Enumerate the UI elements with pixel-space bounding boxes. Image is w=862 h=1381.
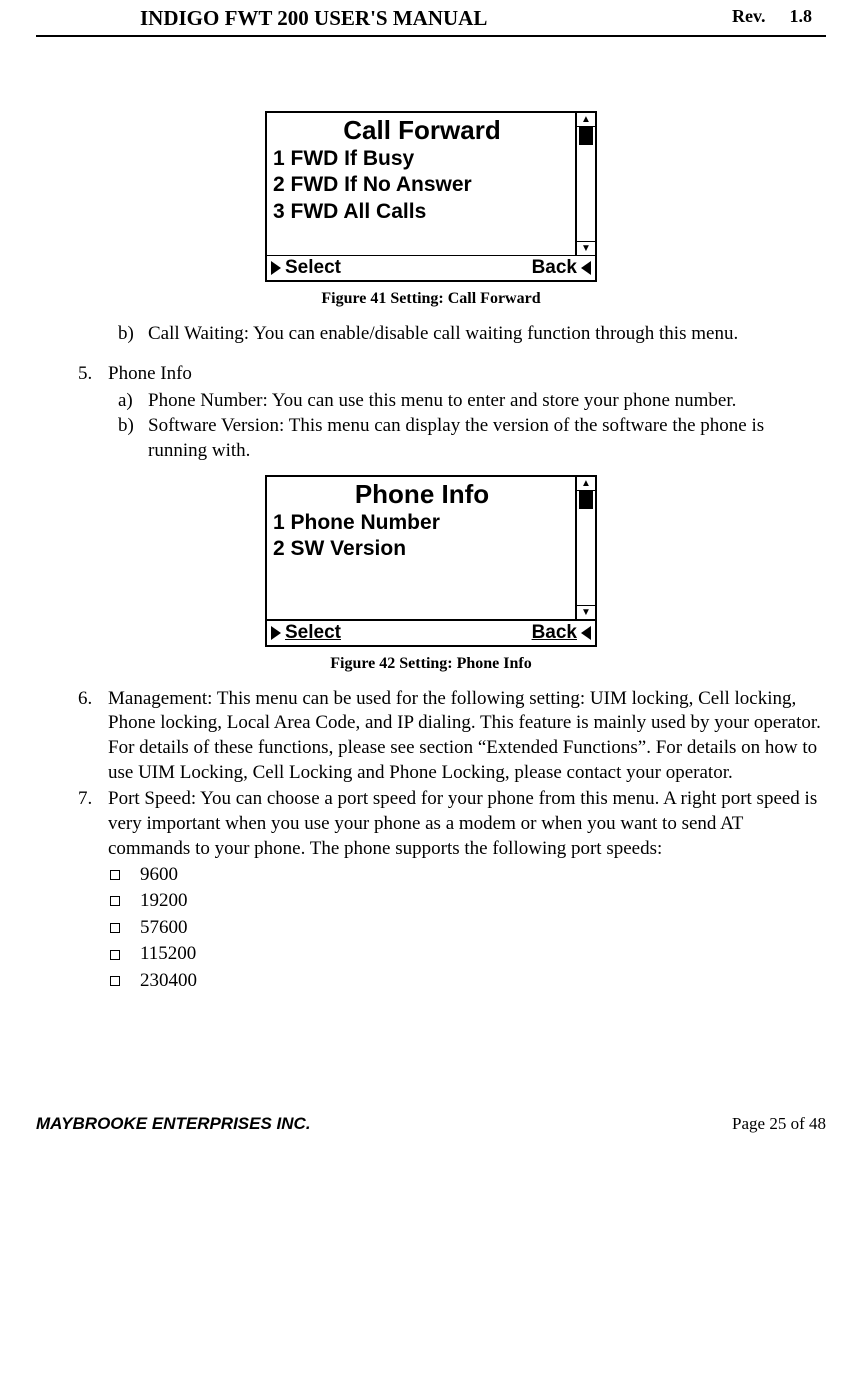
menu-item: 1 FWD If Busy xyxy=(273,146,571,172)
lcd-screen-phone-info: Phone Info 1 Phone Number 2 SW Version ▲… xyxy=(265,475,597,647)
list-label: b) xyxy=(118,322,148,347)
square-bullet-icon xyxy=(110,976,120,986)
softkey-right-icon xyxy=(581,261,591,275)
list-label: 7. xyxy=(78,787,108,861)
screen-title: Phone Info xyxy=(273,479,571,510)
list-label: a) xyxy=(118,389,148,414)
square-bullet-icon xyxy=(110,923,120,933)
list-label: 6. xyxy=(78,687,108,786)
square-bullet-icon xyxy=(110,950,120,960)
scroll-thumb xyxy=(579,127,593,145)
body-text: Phone Info xyxy=(108,362,192,387)
scroll-down-icon: ▼ xyxy=(577,605,595,619)
rev-value: 1.8 xyxy=(790,6,813,27)
list-label: b) xyxy=(118,414,148,463)
softkey-left-icon xyxy=(271,261,281,275)
scrollbar: ▲ ▼ xyxy=(575,477,595,619)
figure-caption: Figure 42 Setting: Phone Info xyxy=(36,655,826,673)
square-bullet-icon xyxy=(110,870,120,880)
scroll-up-icon: ▲ xyxy=(577,113,595,127)
figure-caption: Figure 41 Setting: Call Forward xyxy=(36,290,826,308)
rev-label: Rev. xyxy=(732,6,766,27)
softkey-left-label: Select xyxy=(285,622,341,644)
softkey-left-label: Select xyxy=(285,257,341,279)
menu-item: 2 FWD If No Answer xyxy=(273,172,571,198)
softkey-right-label: Back xyxy=(532,257,577,279)
header-divider xyxy=(36,35,826,37)
list-item: 115200 xyxy=(140,941,196,968)
list-item: 9600 xyxy=(140,862,178,889)
doc-revision: Rev. 1.8 xyxy=(732,6,812,31)
scroll-thumb xyxy=(579,491,593,509)
body-text: Port Speed: You can choose a port speed … xyxy=(108,787,826,861)
menu-item: 3 FWD All Calls xyxy=(273,199,571,225)
footer-company: MAYBROOKE ENTERPRISES INC. xyxy=(36,1114,311,1134)
scrollbar: ▲ ▼ xyxy=(575,113,595,255)
list-item: 230400 xyxy=(140,968,197,995)
list-label: 5. xyxy=(78,362,108,387)
list-item: 57600 xyxy=(140,915,188,942)
doc-title: INDIGO FWT 200 USER'S MANUAL xyxy=(140,6,487,31)
menu-item: 2 SW Version xyxy=(273,536,571,562)
body-text: Call Waiting: You can enable/disable cal… xyxy=(148,322,738,347)
footer-page-number: Page 25 of 48 xyxy=(732,1114,826,1134)
page-footer: MAYBROOKE ENTERPRISES INC. Page 25 of 48 xyxy=(0,1114,862,1134)
scroll-up-icon: ▲ xyxy=(577,477,595,491)
page-header: INDIGO FWT 200 USER'S MANUAL Rev. 1.8 xyxy=(36,0,826,31)
list-item: 19200 xyxy=(140,888,188,915)
body-text: Software Version: This menu can display … xyxy=(148,414,826,463)
body-text: Phone Number: You can use this menu to e… xyxy=(148,389,736,414)
body-text: Management: This menu can be used for th… xyxy=(108,687,826,786)
softkey-right-icon xyxy=(581,626,591,640)
scroll-down-icon: ▼ xyxy=(577,241,595,255)
square-bullet-icon xyxy=(110,896,120,906)
menu-item: 1 Phone Number xyxy=(273,510,571,536)
softkey-left-icon xyxy=(271,626,281,640)
screen-title: Call Forward xyxy=(273,115,571,146)
lcd-screen-call-forward: Call Forward 1 FWD If Busy 2 FWD If No A… xyxy=(265,111,597,282)
softkey-right-label: Back xyxy=(532,622,577,644)
